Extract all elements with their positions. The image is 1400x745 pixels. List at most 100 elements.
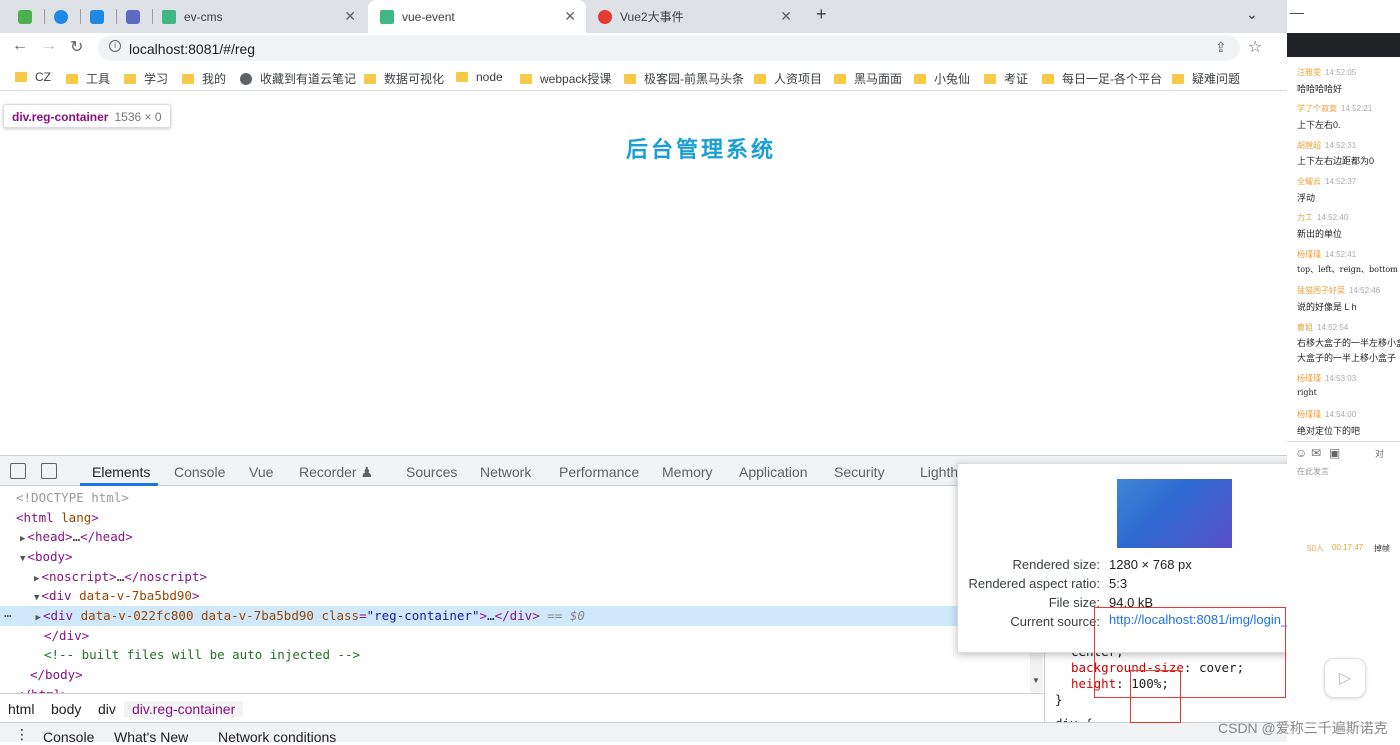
- tab-vue-event[interactable]: vue-event ✕: [368, 0, 586, 33]
- tab-4[interactable]: [118, 0, 152, 33]
- chat-text: 上下左右0.: [1297, 120, 1341, 130]
- bookmark-folder[interactable]: CZ: [15, 70, 51, 84]
- elements-tree[interactable]: <!DOCTYPE html> <html lang> ▶ <head>…</he…: [0, 486, 1030, 693]
- html-node[interactable]: <html lang>: [16, 510, 99, 525]
- folder-icon: [754, 73, 766, 84]
- collapse-arrow-icon[interactable]: ▼: [20, 554, 25, 564]
- tab-performance[interactable]: Performance: [559, 464, 639, 480]
- bookmark-label: 黑马面面: [854, 72, 903, 86]
- drawer-tab-whats-new[interactable]: What's New: [114, 729, 188, 745]
- image-icon[interactable]: ▣: [1329, 446, 1340, 460]
- address-bar[interactable]: i localhost:8081/#/reg ⇪: [98, 35, 1240, 61]
- expand-arrow-icon[interactable]: ▶: [36, 613, 41, 623]
- collapse-arrow-icon[interactable]: ▼: [34, 593, 39, 603]
- minimize-icon[interactable]: —: [1290, 4, 1304, 20]
- tab-1[interactable]: [10, 0, 44, 33]
- tab-ev-cms[interactable]: ev-cms ✕: [154, 0, 366, 33]
- device-toolbar-icon[interactable]: [41, 463, 57, 479]
- body-node[interactable]: <body>: [27, 549, 72, 564]
- tab-memory[interactable]: Memory: [662, 464, 713, 480]
- bookmark-folder[interactable]: 小兔仙: [914, 70, 970, 87]
- forward-icon[interactable]: →: [41, 37, 57, 55]
- tab-2[interactable]: [46, 0, 80, 33]
- bookmark-folder[interactable]: 我的: [182, 70, 226, 87]
- bookmark-label: 每日一足-各个平台: [1062, 72, 1162, 86]
- crumb-html[interactable]: html: [8, 701, 34, 717]
- inspect-element-icon[interactable]: [10, 463, 26, 479]
- bookmark-folder[interactable]: 极客园-前黑马头条: [624, 70, 744, 87]
- bookmark-folder[interactable]: 黑马面面: [834, 70, 902, 87]
- more-icon[interactable]: ⋯: [4, 608, 12, 623]
- new-tab-icon[interactable]: +: [816, 4, 827, 25]
- star-icon[interactable]: ☆: [1248, 37, 1262, 57]
- bookmark-folder[interactable]: 每日一足-各个平台: [1042, 70, 1162, 87]
- chat-input-placeholder[interactable]: 在此发言: [1297, 466, 1329, 477]
- close-icon[interactable]: ✕: [344, 8, 356, 25]
- drawer-tab-console[interactable]: Console: [43, 729, 94, 745]
- bookmark-folder[interactable]: 工具: [66, 70, 110, 87]
- tab-network[interactable]: Network: [480, 464, 531, 480]
- tab-vue2[interactable]: Vue2大事件 ✕: [588, 0, 802, 33]
- expand-arrow-icon[interactable]: ▶: [34, 574, 39, 584]
- drawer-tab-network-conditions[interactable]: Network conditions: [218, 729, 336, 745]
- tab-label: ev-cms: [184, 9, 223, 24]
- tab-console[interactable]: Console: [174, 464, 225, 480]
- crumb-div[interactable]: div: [98, 701, 116, 717]
- expand-arrow-icon[interactable]: ▶: [20, 534, 25, 544]
- bookmark-folder[interactable]: node: [456, 70, 503, 84]
- head-node[interactable]: <head>…</head>: [27, 529, 132, 544]
- play-icon[interactable]: ▷: [1324, 658, 1366, 698]
- source-label: Current source:: [1010, 614, 1100, 629]
- bookmark-folder[interactable]: 学习: [124, 70, 168, 87]
- reg-container-node[interactable]: <div data-v-022fc800 data-v-7ba5bd90 cla…: [43, 608, 540, 623]
- crumb-reg-container[interactable]: div.reg-container: [124, 701, 244, 717]
- folder-icon: [914, 73, 926, 84]
- folder-icon: [66, 73, 78, 84]
- bookmark-link[interactable]: 收藏到有道云笔记: [240, 70, 356, 87]
- tab-lighthouse[interactable]: Lighth: [920, 464, 958, 480]
- info-icon[interactable]: i: [109, 40, 121, 52]
- tab-security[interactable]: Security: [834, 464, 885, 480]
- rendered-size-value: 1280 × 768 px: [1109, 557, 1192, 572]
- drawer-menu-icon[interactable]: ⋮: [15, 726, 29, 743]
- back-icon[interactable]: ←: [12, 37, 28, 55]
- vue-icon: [162, 9, 176, 24]
- comment-icon[interactable]: ✉: [1311, 446, 1321, 460]
- emoji-icon[interactable]: ☺: [1295, 446, 1307, 460]
- bookmark-folder[interactable]: 疑难问题: [1172, 70, 1240, 87]
- close-icon[interactable]: ✕: [564, 8, 576, 25]
- comment-node[interactable]: <!-- built files will be auto injected -…: [44, 647, 360, 662]
- tooltip-selector: div.reg-container: [12, 110, 109, 124]
- tab-sources[interactable]: Sources: [406, 464, 457, 480]
- scrollbar[interactable]: ▼: [1030, 652, 1043, 692]
- folder-icon: [364, 73, 376, 84]
- tab-application[interactable]: Application: [739, 464, 808, 480]
- bookmark-folder[interactable]: 数据可视化: [364, 70, 444, 87]
- tab-elements[interactable]: Elements: [92, 464, 150, 480]
- doctype-node[interactable]: <!DOCTYPE html>: [16, 490, 129, 505]
- reload-icon[interactable]: ↻: [70, 37, 83, 57]
- aspect-label: Rendered aspect ratio:: [968, 576, 1100, 591]
- chat-text: 大盒子的一半上移小盒子: [1297, 353, 1397, 363]
- div-app-node[interactable]: <div data-v-7ba5bd90>: [41, 588, 199, 603]
- chevron-down-icon[interactable]: ⌄: [1246, 6, 1258, 23]
- share-icon[interactable]: ⇪: [1215, 39, 1227, 56]
- selected-node-row[interactable]: ⋯ ▶ <div data-v-022fc800 data-v-7ba5bd90 c…: [0, 606, 1030, 626]
- rendered-size-label: Rendered size:: [1012, 557, 1100, 572]
- close-chat-button[interactable]: 掉帧: [1374, 543, 1390, 554]
- tab-vue[interactable]: Vue: [249, 464, 273, 480]
- close-icon[interactable]: ✕: [780, 8, 792, 25]
- green-hex-icon: [18, 9, 32, 24]
- bookmark-folder[interactable]: 考证: [984, 70, 1028, 87]
- chat-text: 新出的单位: [1297, 229, 1343, 239]
- crumb-body[interactable]: body: [51, 701, 81, 717]
- viewer-count: 50人: [1307, 544, 1324, 553]
- tab-recorder[interactable]: Recorder ♟: [299, 464, 373, 481]
- noscript-node[interactable]: <noscript>…</noscript>: [41, 569, 207, 584]
- tab-3[interactable]: [82, 0, 116, 33]
- send-button[interactable]: 对: [1375, 447, 1384, 460]
- bookmark-folder[interactable]: webpack授课: [520, 70, 611, 87]
- bookmark-folder[interactable]: 人资项目: [754, 70, 822, 87]
- bookmark-label: node: [476, 70, 503, 84]
- blue-shield-icon: [90, 9, 104, 24]
